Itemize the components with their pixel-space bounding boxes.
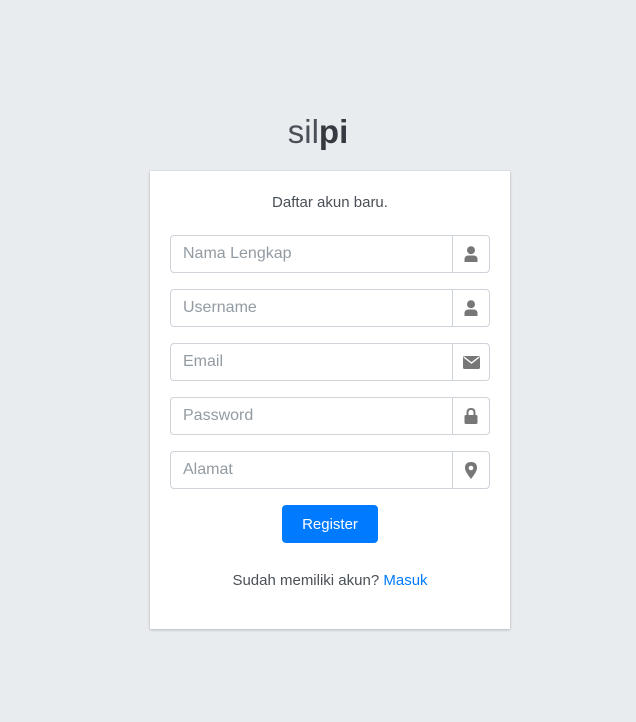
envelope-icon — [462, 355, 480, 369]
app-logo: silpi — [0, 112, 636, 152]
password-input[interactable] — [170, 397, 452, 435]
username-input[interactable] — [170, 289, 452, 327]
login-link[interactable]: Masuk — [383, 572, 427, 589]
email-input[interactable] — [170, 343, 452, 381]
full-name-group — [170, 235, 490, 273]
full-name-addon — [452, 235, 490, 273]
address-input[interactable] — [170, 451, 452, 489]
email-group — [170, 343, 490, 381]
logo-light-text: sil — [287, 113, 319, 150]
password-addon — [452, 397, 490, 435]
password-group — [170, 397, 490, 435]
register-button[interactable]: Register — [282, 505, 378, 543]
register-card: Daftar akun baru. Nama Lengkap Username … — [150, 171, 510, 629]
user-icon — [464, 246, 478, 262]
full-name-input[interactable] — [170, 235, 452, 273]
map-marker-icon — [465, 461, 477, 479]
register-subtitle: Daftar akun baru. — [272, 194, 388, 211]
username-group — [170, 289, 490, 327]
lock-icon — [464, 408, 478, 424]
user-icon — [464, 300, 478, 316]
login-prompt-text: Sudah memiliki akun? — [232, 572, 380, 589]
logo-bold-text: pi — [318, 113, 349, 150]
login-prompt: Sudah memiliki akun? Masuk — [150, 572, 510, 589]
username-addon — [452, 289, 490, 327]
address-addon — [452, 451, 490, 489]
address-group — [170, 451, 490, 489]
email-addon — [452, 343, 490, 381]
